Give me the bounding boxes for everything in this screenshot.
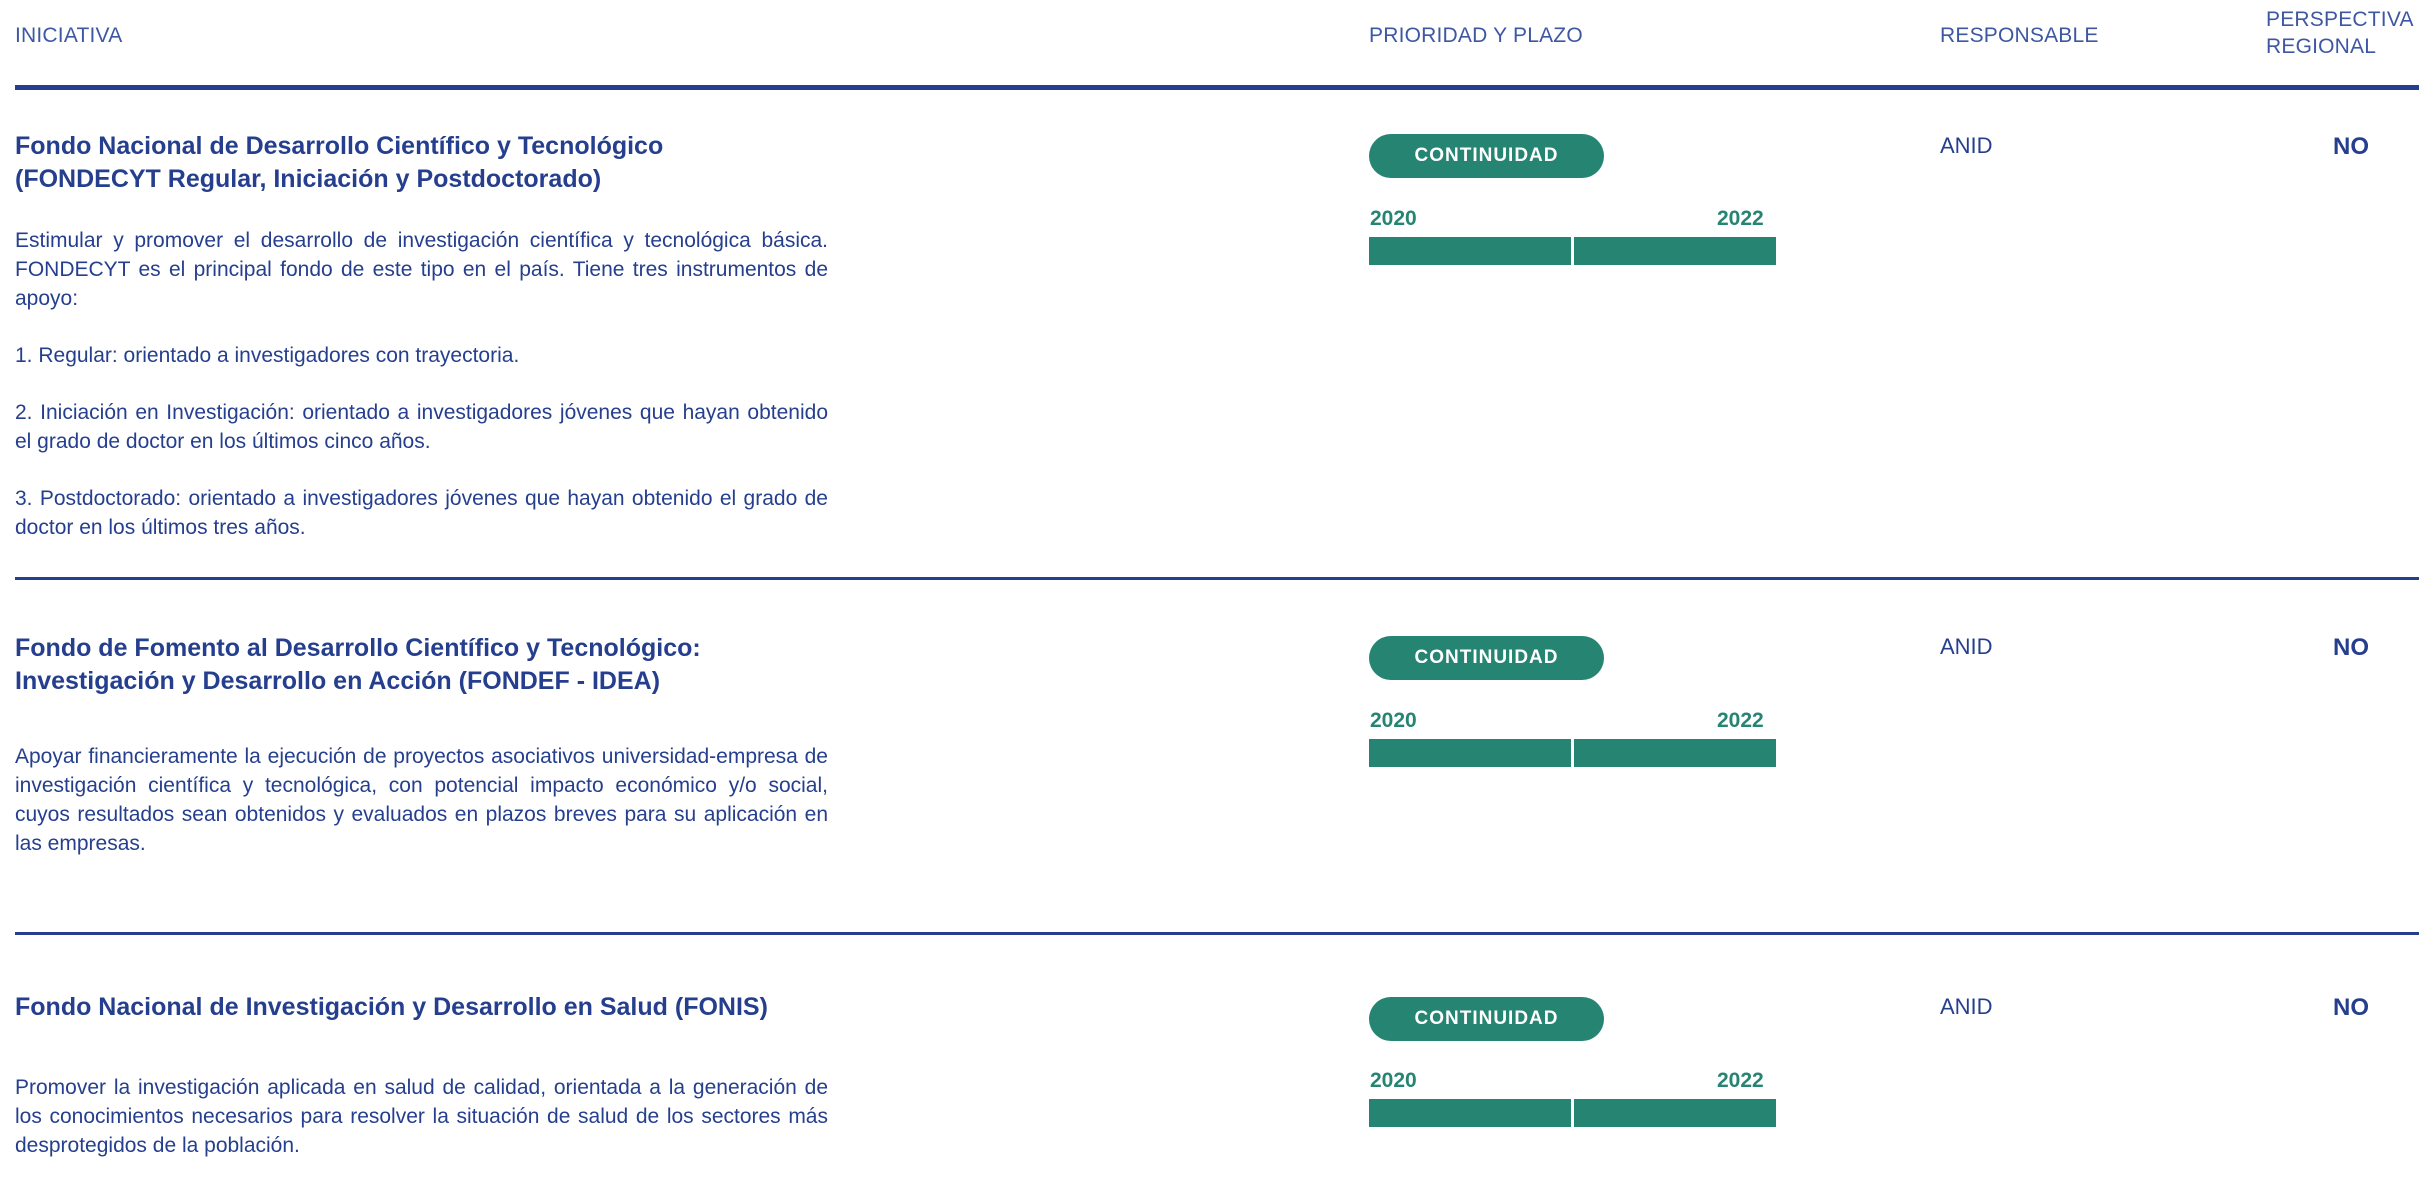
timeline-segment bbox=[1574, 1099, 1776, 1127]
description-paragraph: Apoyar financieramente la ejecución de p… bbox=[15, 745, 828, 855]
priority-badge: CONTINUIDAD bbox=[1369, 997, 1604, 1041]
initiative-title: Fondo Nacional de Investigación y Desarr… bbox=[15, 991, 895, 1024]
column-header-perspectiva-line1: PERSPECTIVA bbox=[2266, 8, 2414, 31]
timeline-segment bbox=[1574, 739, 1776, 767]
initiative-title-line1: Fondo Nacional de Desarrollo Científico … bbox=[15, 132, 664, 160]
timeline-end-year: 2022 bbox=[1717, 709, 1764, 732]
timeline-bar bbox=[1369, 237, 1776, 265]
initiative-title: Fondo de Fomento al Desarrollo Científic… bbox=[15, 632, 895, 698]
initiative-description: Estimular y promover el desarrollo de in… bbox=[15, 226, 828, 570]
column-header-prioridad: PRIORIDAD Y PLAZO bbox=[1369, 24, 1583, 47]
initiative-description: Apoyar financieramente la ejecución de p… bbox=[15, 742, 828, 886]
timeline-segment bbox=[1574, 237, 1776, 265]
column-header-iniciativa: INICIATIVA bbox=[15, 24, 123, 47]
description-paragraph: 3. Postdoctorado: orientado a investigad… bbox=[15, 487, 828, 539]
initiative-title: Fondo Nacional de Desarrollo Científico … bbox=[15, 130, 895, 196]
timeline-bar bbox=[1369, 1099, 1776, 1127]
row-divider bbox=[15, 932, 2419, 935]
responsible-value: ANID bbox=[1940, 994, 1993, 1019]
regional-value: NO bbox=[2333, 634, 2369, 661]
initiative-title-line2: (FONDECYT Regular, Iniciación y Postdoct… bbox=[15, 165, 602, 193]
timeline-segment bbox=[1369, 1099, 1571, 1127]
responsible-value: ANID bbox=[1940, 634, 1993, 659]
table-header: INICIATIVA PRIORIDAD Y PLAZO RESPONSABLE… bbox=[0, 0, 2427, 86]
timeline-start-year: 2020 bbox=[1370, 709, 1417, 732]
timeline-segment bbox=[1369, 237, 1571, 265]
row-divider bbox=[15, 577, 2419, 580]
initiative-title-line1: Fondo de Fomento al Desarrollo Científic… bbox=[15, 634, 701, 662]
column-header-perspectiva: PERSPECTIVA REGIONAL bbox=[2266, 6, 2416, 60]
header-divider bbox=[15, 85, 2419, 90]
timeline-start-year: 2020 bbox=[1370, 207, 1417, 230]
timeline-end-year: 2022 bbox=[1717, 207, 1764, 230]
timeline-end-year: 2022 bbox=[1717, 1069, 1764, 1092]
timeline-segment bbox=[1369, 739, 1571, 767]
initiative-title-line1: Fondo Nacional de Investigación y Desarr… bbox=[15, 993, 768, 1021]
priority-badge: CONTINUIDAD bbox=[1369, 134, 1604, 178]
column-header-responsable: RESPONSABLE bbox=[1940, 24, 2099, 47]
description-paragraph: Estimular y promover el desarrollo de in… bbox=[15, 229, 828, 310]
description-paragraph: Promover la investigación aplicada en sa… bbox=[15, 1076, 828, 1157]
priority-badge: CONTINUIDAD bbox=[1369, 636, 1604, 680]
initiative-title-line2: Investigación y Desarrollo en Acción (FO… bbox=[15, 667, 661, 695]
initiative-description: Promover la investigación aplicada en sa… bbox=[15, 1073, 828, 1188]
regional-value: NO bbox=[2333, 994, 2369, 1021]
responsible-value: ANID bbox=[1940, 133, 1993, 158]
timeline-bar bbox=[1369, 739, 1776, 767]
regional-value: NO bbox=[2333, 133, 2369, 160]
timeline-start-year: 2020 bbox=[1370, 1069, 1417, 1092]
description-paragraph: 1. Regular: orientado a investigadores c… bbox=[15, 344, 520, 367]
description-paragraph: 2. Iniciación en Investigación: orientad… bbox=[15, 401, 828, 453]
column-header-perspectiva-line2: REGIONAL bbox=[2266, 35, 2377, 58]
